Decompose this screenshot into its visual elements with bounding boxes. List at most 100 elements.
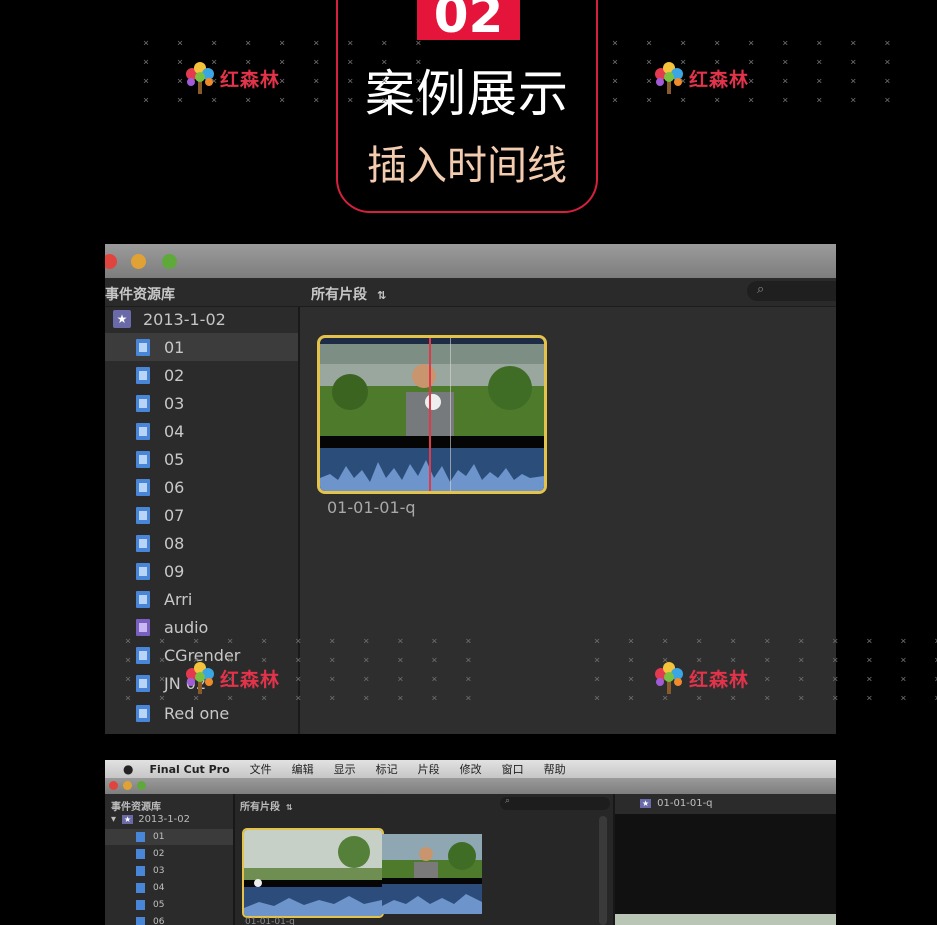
- sidebar-item[interactable]: 01: [105, 829, 233, 845]
- playhead-line: [450, 338, 451, 491]
- watermark-bottom-right: 红森林: [651, 660, 749, 696]
- event-library-label: 事件资源库: [105, 287, 175, 303]
- minimize-button[interactable]: [123, 781, 132, 790]
- sidebar-item-label: 02: [153, 849, 165, 859]
- menu-app[interactable]: Final Cut Pro: [149, 763, 229, 776]
- search-field[interactable]: ⌕: [500, 796, 610, 810]
- menu-clip[interactable]: 片段: [418, 761, 440, 777]
- dot-pattern-bottom-left: × × × × × × × × × × × × × × × × × × × × …: [125, 636, 483, 704]
- sidebar-item-label: 09: [164, 561, 185, 581]
- project-icon: [136, 534, 150, 552]
- menu-edit[interactable]: 编辑: [292, 761, 314, 777]
- section-badge: 02: [417, 0, 520, 40]
- fcp-screenshot-2: ● Final Cut Pro 文件 编辑 显示 标记 片段 修改 窗口 帮助 …: [105, 760, 836, 925]
- sidebar-item[interactable]: 03: [105, 389, 298, 417]
- sidebar-item[interactable]: 06: [105, 914, 233, 925]
- window-titlebar: [105, 244, 836, 278]
- menu-help[interactable]: 帮助: [544, 761, 566, 777]
- event-library-label: 事件资源库: [111, 802, 161, 813]
- watermark-text: 红森林: [689, 68, 750, 91]
- sidebar-item[interactable]: 02: [105, 846, 233, 862]
- menu-view[interactable]: 显示: [334, 761, 356, 777]
- sidebar-item-label: 04: [164, 421, 185, 441]
- sidebar-item[interactable]: Arri: [105, 585, 298, 613]
- watermark-text: 红森林: [220, 668, 281, 691]
- dot-pattern-bottom-right: × × × × × × × × × × × × × × × × × × × × …: [594, 636, 937, 704]
- zoom-button[interactable]: [162, 254, 177, 269]
- watermark-text: 红森林: [220, 68, 281, 91]
- menu-mark[interactable]: 标记: [376, 761, 398, 777]
- dropdown-arrows-icon: ⇅: [377, 289, 387, 302]
- menu-modify[interactable]: 修改: [460, 761, 482, 777]
- project-icon: [136, 338, 150, 356]
- skimmer-playhead[interactable]: [429, 338, 431, 491]
- sidebar-item[interactable]: 04: [105, 880, 233, 896]
- disclosure-triangle-icon[interactable]: ▾: [111, 814, 116, 825]
- clip-scene: [320, 344, 544, 436]
- project-icon: [136, 832, 145, 842]
- tree-logo-icon: [655, 662, 683, 694]
- clip-thumbnail[interactable]: [317, 335, 547, 494]
- waveform-graphic: [320, 460, 544, 491]
- sidebar-item-label: 01: [164, 337, 185, 357]
- tree-logo-icon: [186, 62, 214, 94]
- sidebar-item-label: Arri: [164, 589, 193, 609]
- search-icon: ⌕: [757, 282, 765, 297]
- sidebar-item-label: 02: [164, 365, 185, 385]
- clip-video-frame: [320, 344, 544, 436]
- clip-thumbnail[interactable]: [382, 834, 482, 914]
- sidebar-item[interactable]: 05: [105, 897, 233, 913]
- viewer-title-text: 01-01-01-q: [657, 798, 713, 809]
- sidebar-item[interactable]: 08: [105, 529, 298, 557]
- project-icon: [136, 478, 150, 496]
- clip-thumbnail-selected[interactable]: [242, 828, 384, 918]
- search-icon: ⌕: [505, 796, 511, 806]
- menu-bar: ● Final Cut Pro 文件 编辑 显示 标记 片段 修改 窗口 帮助: [105, 760, 836, 778]
- project-icon: [136, 590, 150, 608]
- minimize-button[interactable]: [131, 254, 146, 269]
- sidebar-item[interactable]: 01: [105, 333, 298, 361]
- audio-waveform: [320, 448, 544, 491]
- tree-logo-icon: [655, 62, 683, 94]
- event-name: 2013-1-02: [143, 309, 226, 329]
- apple-menu-icon[interactable]: ●: [123, 762, 133, 776]
- close-button[interactable]: [109, 781, 118, 790]
- sidebar-item-label: 01: [153, 832, 165, 842]
- all-clips-label: 所有片段: [311, 287, 367, 303]
- watermark-top-left: 红森林: [182, 60, 280, 96]
- section-subtitle: 插入时间线: [367, 143, 567, 189]
- event-row[interactable]: ★ 2013-1-02: [113, 307, 226, 331]
- project-icon: [136, 506, 150, 524]
- sidebar-item[interactable]: 06: [105, 473, 298, 501]
- sidebar-item[interactable]: 03: [105, 863, 233, 879]
- event-name: 2013-1-02: [138, 814, 190, 825]
- viewer-frame: [615, 914, 836, 925]
- viewer-canvas[interactable]: [613, 814, 836, 925]
- project-icon: [136, 917, 145, 925]
- event-star-icon: ★: [640, 799, 652, 808]
- sidebar-item-label: 07: [164, 505, 185, 525]
- sidebar-item[interactable]: 05: [105, 445, 298, 473]
- sidebar-item-label: 04: [153, 883, 165, 893]
- sidebar-item[interactable]: 09: [105, 557, 298, 585]
- search-field[interactable]: ⌕: [747, 281, 836, 301]
- close-button[interactable]: [105, 254, 117, 269]
- all-clips-dropdown[interactable]: 所有片段 ⇅: [240, 798, 293, 813]
- sidebar-item[interactable]: 04: [105, 417, 298, 445]
- menu-window[interactable]: 窗口: [502, 761, 524, 777]
- menu-file[interactable]: 文件: [250, 761, 272, 777]
- clip-scene: [244, 830, 382, 916]
- browser-scrollbar[interactable]: [599, 816, 607, 925]
- viewer-title: ★ 01-01-01-q: [640, 798, 713, 809]
- event-row[interactable]: ▾ ★ 2013-1-02: [111, 814, 190, 825]
- all-clips-dropdown[interactable]: 所有片段 ⇅: [311, 284, 386, 304]
- zoom-button[interactable]: [137, 781, 146, 790]
- sidebar-item-label: 08: [164, 533, 185, 553]
- all-clips-label: 所有片段: [240, 802, 280, 813]
- sidebar-item[interactable]: 07: [105, 501, 298, 529]
- sidebar-item[interactable]: 02: [105, 361, 298, 389]
- watermark-bottom-left: 红森林: [182, 660, 280, 696]
- dropdown-arrows-icon: ⇅: [286, 803, 293, 812]
- sidebar-item-label: 03: [164, 393, 185, 413]
- project-icon: [136, 450, 150, 468]
